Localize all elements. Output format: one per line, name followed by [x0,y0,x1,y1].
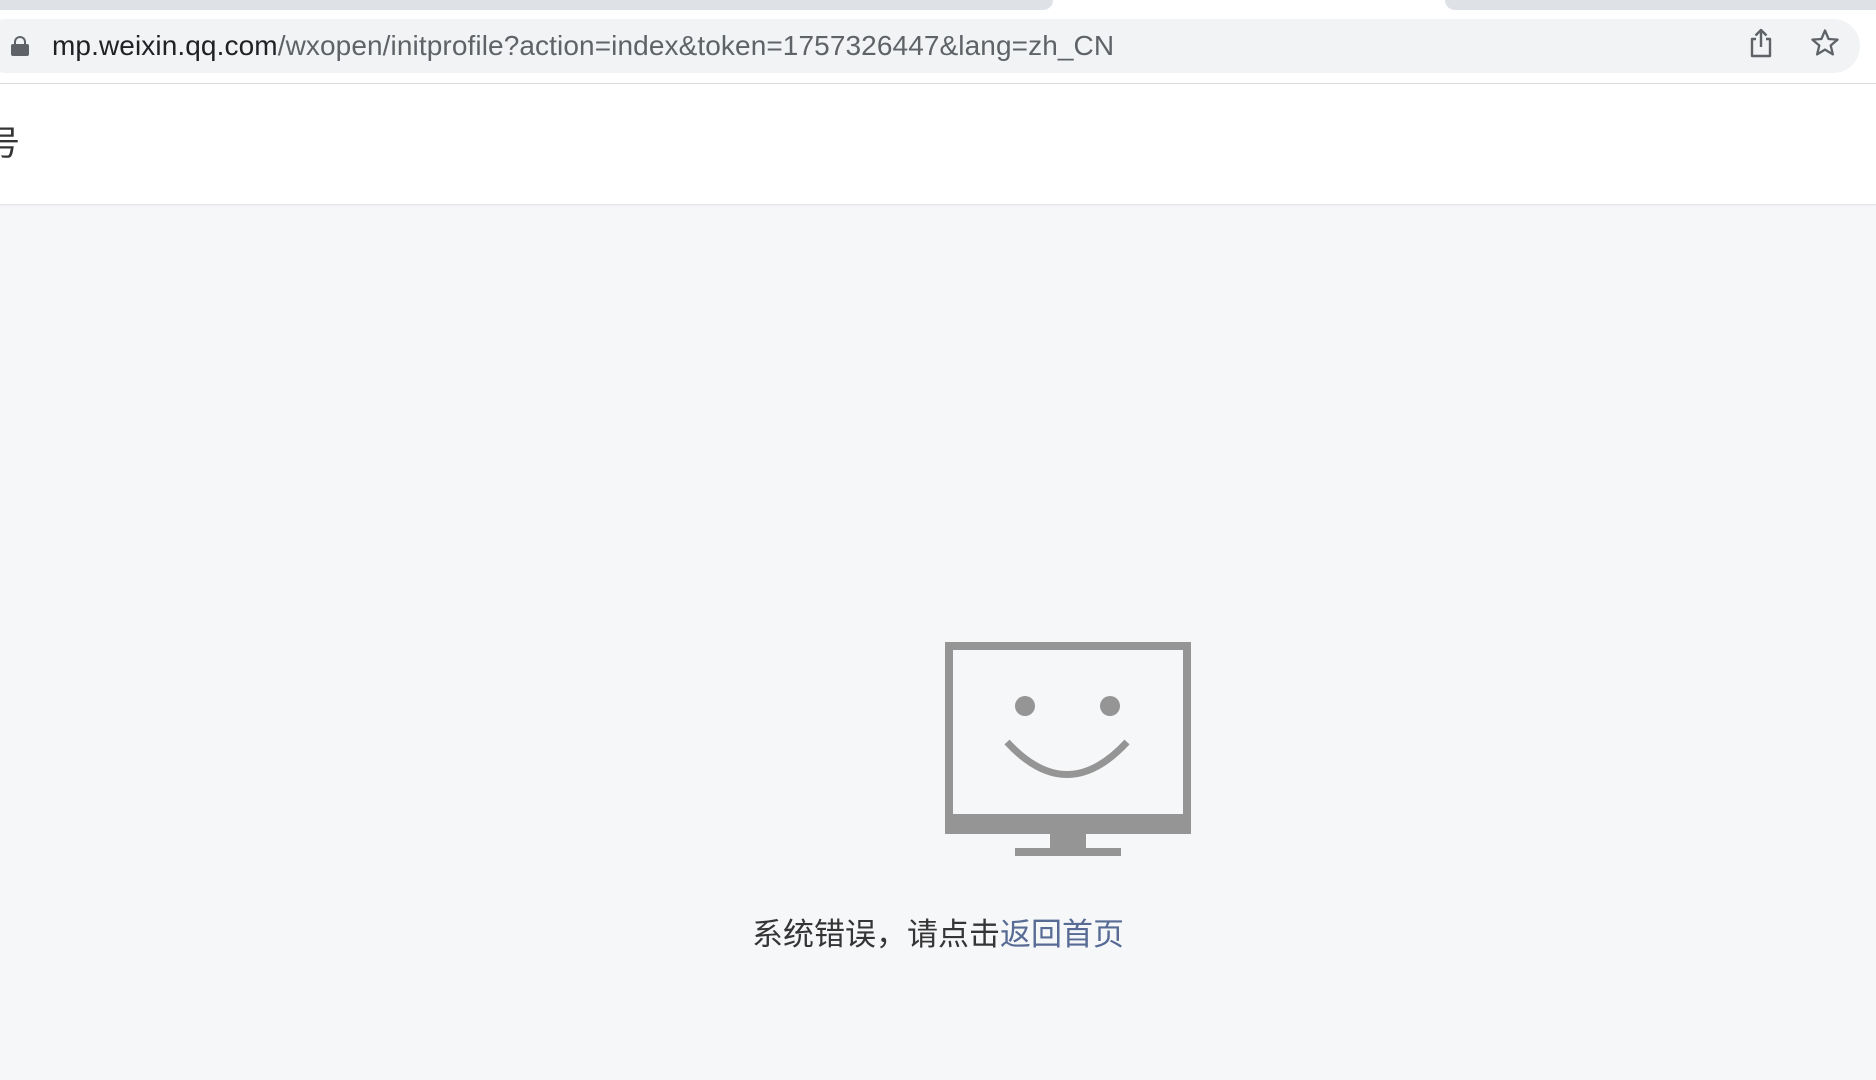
star-icon[interactable] [1808,26,1842,60]
share-icon[interactable] [1744,26,1778,60]
error-message: 系统错误，请点击返回首页 [0,910,1876,960]
error-page: 系统错误，请点击返回首页 [0,205,1876,1080]
inactive-tab-right[interactable] [1445,0,1876,10]
address-bar[interactable]: mp.weixin.qq.com/wxopen/initprofile?acti… [0,19,1860,73]
url-text[interactable]: mp.weixin.qq.com/wxopen/initprofile?acti… [52,31,1114,61]
lock-icon[interactable] [11,36,29,56]
url-host: mp.weixin.qq.com [52,30,278,61]
header-title-fragment: 号 [0,124,20,164]
browser-toolbar: mp.weixin.qq.com/wxopen/initprofile?acti… [0,0,1876,84]
smiling-monitor-icon [945,642,1191,856]
url-path: /wxopen/initprofile?action=index&token=1… [277,30,1115,61]
return-home-link[interactable]: 返回首页 [1000,917,1124,953]
site-header: 号 [0,84,1876,205]
inactive-tab-left[interactable] [0,0,1053,10]
error-message-text: 系统错误，请点击 [752,917,1000,953]
